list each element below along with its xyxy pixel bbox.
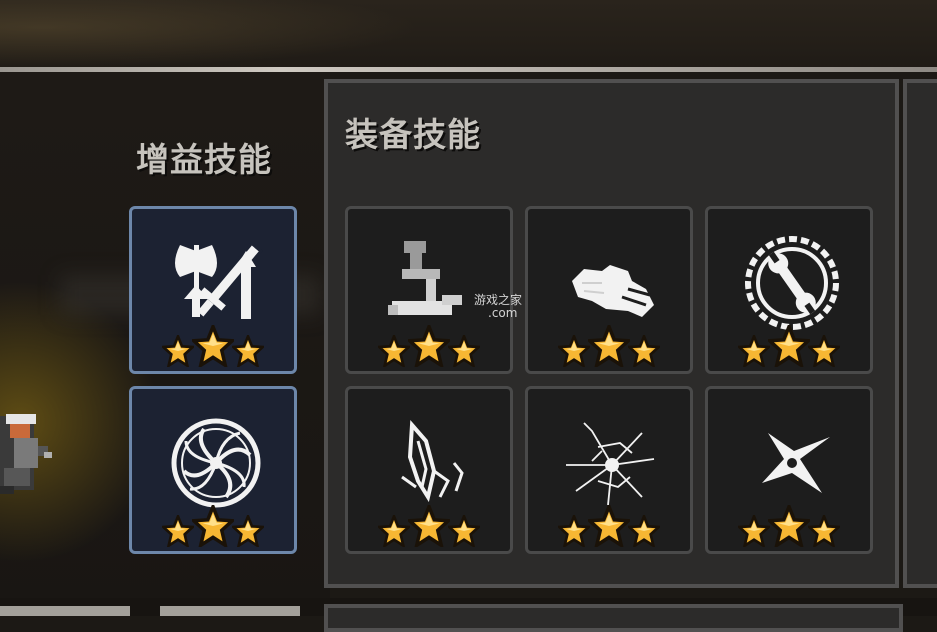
character-sprite [0,408,56,498]
spiral-vortex-icon [166,411,266,511]
star-icon [768,325,810,367]
star-rating [708,505,870,547]
star-icon [628,335,660,367]
star-icon [448,515,480,547]
equip-skill-card[interactable] [345,386,513,554]
star-icon [192,325,234,367]
equip-skill-card[interactable] [705,206,873,374]
star-icon [738,515,770,547]
star-icon [378,515,410,547]
star-rating [528,505,690,547]
star-icon [232,335,264,367]
buff-skill-card[interactable] [129,206,297,374]
star-icon [378,335,410,367]
star-icon [588,325,630,367]
star-rating [132,505,294,547]
top-background [0,0,937,68]
watermark: 游戏之家 .com [474,294,522,320]
star-icon [162,515,194,547]
shattered-glass-icon [562,411,662,511]
star-icon [448,335,480,367]
equip-skill-card[interactable] [345,206,513,374]
chainsaw-icon [382,231,482,331]
wrench-gear-icon [742,231,842,331]
bottom-panel-edge [324,604,903,632]
equip-skill-card[interactable] [525,386,693,554]
star-icon [808,335,840,367]
bottom-bar-segment [160,606,300,616]
star-rating [708,325,870,367]
equip-skill-card[interactable] [525,206,693,374]
star-icon [768,505,810,547]
gauntlet-icon [562,231,662,331]
watermark-text: 游戏之家 [474,293,523,307]
star-icon [558,335,590,367]
star-icon [738,335,770,367]
equip-skills-title: 装备技能 [345,115,481,154]
star-icon [192,505,234,547]
star-icon [628,515,660,547]
watermark-domain: .com [488,306,518,320]
buff-skills-title: 增益技能 [136,140,272,179]
star-icon [588,505,630,547]
star-rating [348,325,510,367]
star-icon [408,505,450,547]
next-panel-edge [903,79,937,588]
equip-skill-card[interactable] [705,386,873,554]
shuriken-star-icon [742,411,842,511]
star-icon [558,515,590,547]
star-icon [162,335,194,367]
star-icon [808,515,840,547]
star-rating [348,505,510,547]
star-icon [408,325,450,367]
buff-skill-card[interactable] [129,386,297,554]
star-icon [232,515,264,547]
star-rating [528,325,690,367]
axe-sword-up-icon [166,231,266,331]
star-rating [132,325,294,367]
crystal-claw-icon [382,411,482,511]
bottom-bar-segment [0,606,130,616]
